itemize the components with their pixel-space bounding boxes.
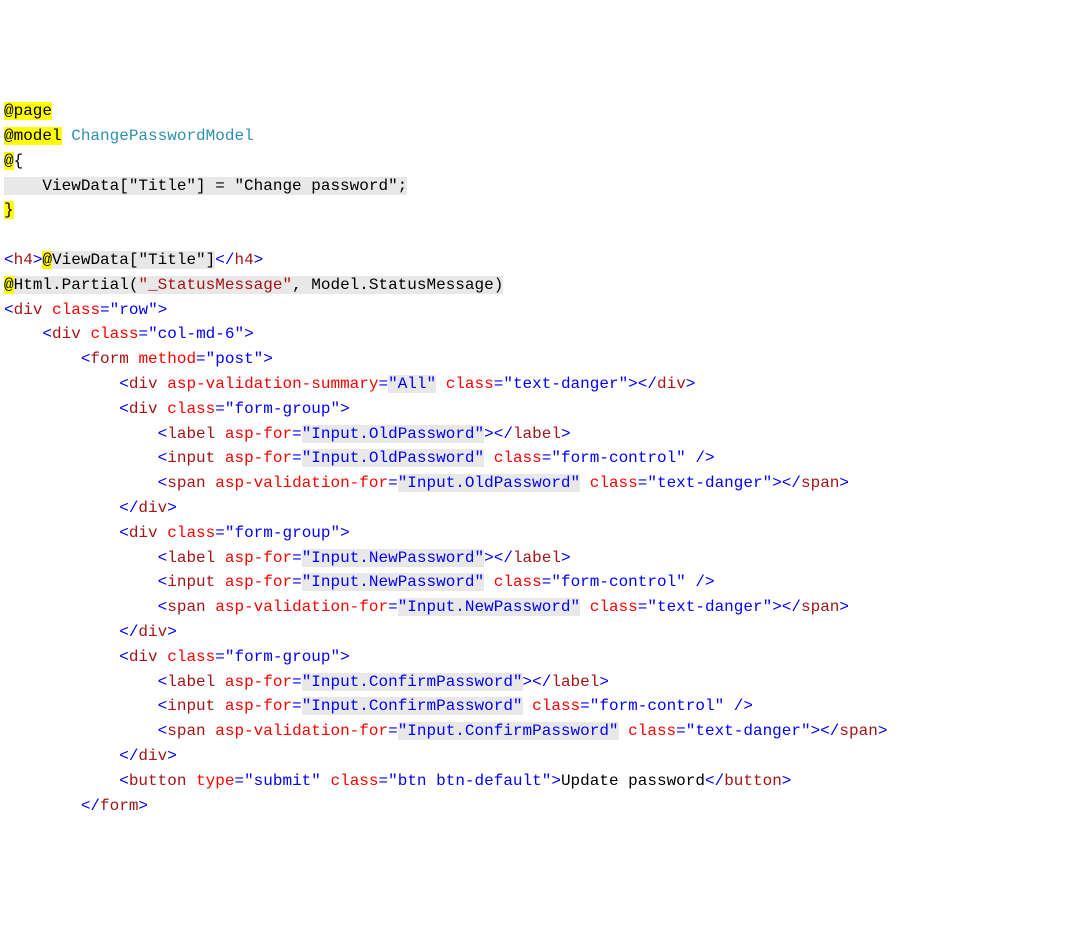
line-22: </div> bbox=[4, 623, 177, 641]
brace-close: } bbox=[4, 201, 14, 219]
attr-class: class bbox=[52, 301, 100, 319]
line-24: <label asp-for="Input.ConfirmPassword"><… bbox=[4, 673, 609, 691]
line-23: <div class="form-group"> bbox=[4, 648, 350, 666]
line-1: @page bbox=[4, 102, 52, 120]
line-7: <h4>@ViewData["Title"]</h4> bbox=[4, 251, 263, 269]
line-27: </div> bbox=[4, 747, 177, 765]
line-26: <span asp-validation-for="Input.ConfirmP… bbox=[4, 722, 887, 740]
line-5: } bbox=[4, 201, 14, 219]
razor-model-directive: @model bbox=[4, 127, 62, 145]
punct: </ bbox=[215, 251, 234, 269]
tag-label: label bbox=[167, 425, 215, 443]
csharp-expression: Html.Partial("_StatusMessage", Model.Sta… bbox=[14, 276, 504, 294]
line-10: <div class="col-md-6"> bbox=[4, 325, 254, 343]
line-11: <form method="post"> bbox=[4, 350, 273, 368]
razor-page-directive: @page bbox=[4, 102, 52, 120]
punct: > bbox=[254, 251, 264, 269]
button-text: Update password bbox=[561, 772, 705, 790]
line-16: <span asp-validation-for="Input.OldPassw… bbox=[4, 474, 849, 492]
tag-form: form bbox=[90, 350, 128, 368]
line-25: <input asp-for="Input.ConfirmPassword" c… bbox=[4, 697, 753, 715]
tag-h4-close: h4 bbox=[234, 251, 253, 269]
razor-at: @ bbox=[4, 152, 14, 170]
csharp-expression: ViewData["Title"] = "Change password"; bbox=[4, 177, 407, 195]
line-15: <input asp-for="Input.OldPassword" class… bbox=[4, 449, 715, 467]
tag-div: div bbox=[129, 375, 158, 393]
punct: < bbox=[4, 251, 14, 269]
line-13: <div class="form-group"> bbox=[4, 400, 350, 418]
line-12: <div asp-validation-summary="All" class=… bbox=[4, 375, 695, 393]
line-8: @Html.Partial("_StatusMessage", Model.St… bbox=[4, 276, 503, 294]
line-2: @model ChangePasswordModel bbox=[4, 127, 254, 145]
razor-at: @ bbox=[42, 251, 52, 269]
punct: > bbox=[33, 251, 43, 269]
tag-div: div bbox=[14, 301, 43, 319]
brace-open: { bbox=[14, 152, 24, 170]
line-21: <span asp-validation-for="Input.NewPassw… bbox=[4, 598, 849, 616]
csharp-expression: ViewData["Title"] bbox=[52, 251, 215, 269]
line-19: <label asp-for="Input.NewPassword"></lab… bbox=[4, 549, 571, 567]
line-9: <div class="row"> bbox=[4, 301, 167, 319]
line-28: <button type="submit" class="btn btn-def… bbox=[4, 772, 791, 790]
attr-value: "row" bbox=[110, 301, 158, 319]
tag-span: span bbox=[167, 474, 205, 492]
tag-input: input bbox=[167, 449, 215, 467]
line-29: </form> bbox=[4, 797, 148, 815]
line-18: <div class="form-group"> bbox=[4, 524, 350, 542]
tag-button: button bbox=[129, 772, 187, 790]
model-type: ChangePasswordModel bbox=[71, 127, 253, 145]
line-17: </div> bbox=[4, 499, 177, 517]
code-editor[interactable]: @page @model ChangePasswordModel @{ View… bbox=[4, 99, 1066, 818]
line-3: @{ bbox=[4, 152, 23, 170]
tag-h4: h4 bbox=[14, 251, 33, 269]
tag-div: div bbox=[52, 325, 81, 343]
line-20: <input asp-for="Input.NewPassword" class… bbox=[4, 573, 715, 591]
razor-at: @ bbox=[4, 276, 14, 294]
line-4: ViewData["Title"] = "Change password"; bbox=[4, 177, 407, 195]
line-14: <label asp-for="Input.OldPassword"></lab… bbox=[4, 425, 571, 443]
